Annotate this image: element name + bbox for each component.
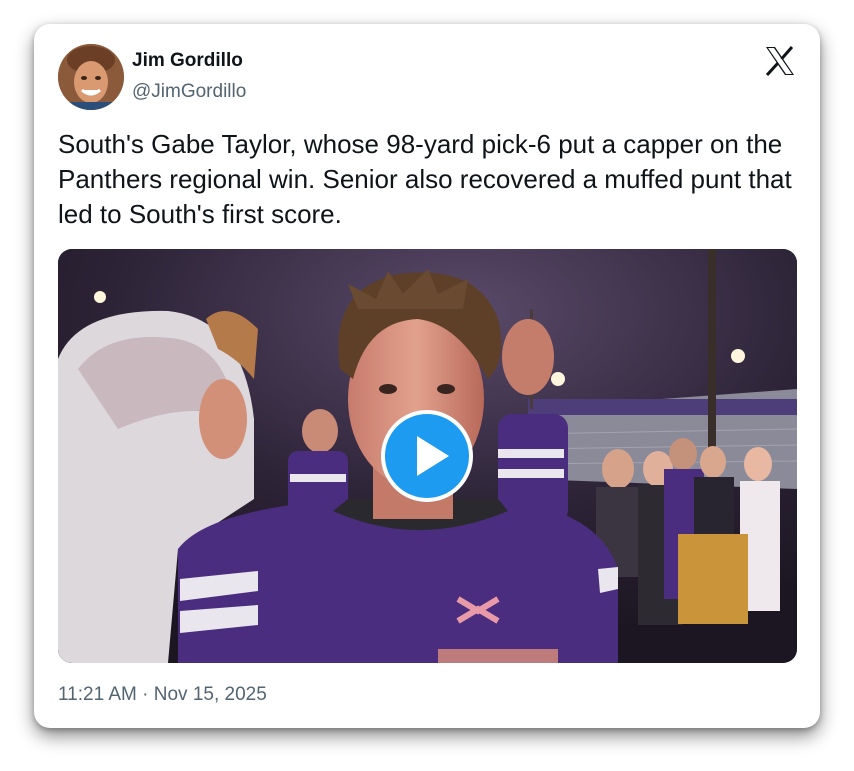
author-name[interactable]: Jim Gordillo [132,50,243,72]
video-media[interactable] [58,249,797,663]
x-logo-icon[interactable] [764,46,796,77]
play-icon [417,436,449,476]
tweet-text: South's Gabe Taylor, whose 98-yard pick-… [58,129,792,229]
author-handle[interactable]: @JimGordillo [132,81,246,103]
tweet-timestamp[interactable]: 11:21 AM · Nov 15, 2025 [58,684,267,706]
tweet-card[interactable]: Jim Gordillo @JimGordillo South's Gabe T… [34,24,820,728]
play-button[interactable] [381,410,473,502]
avatar-image [58,44,124,110]
avatar[interactable] [58,44,124,110]
